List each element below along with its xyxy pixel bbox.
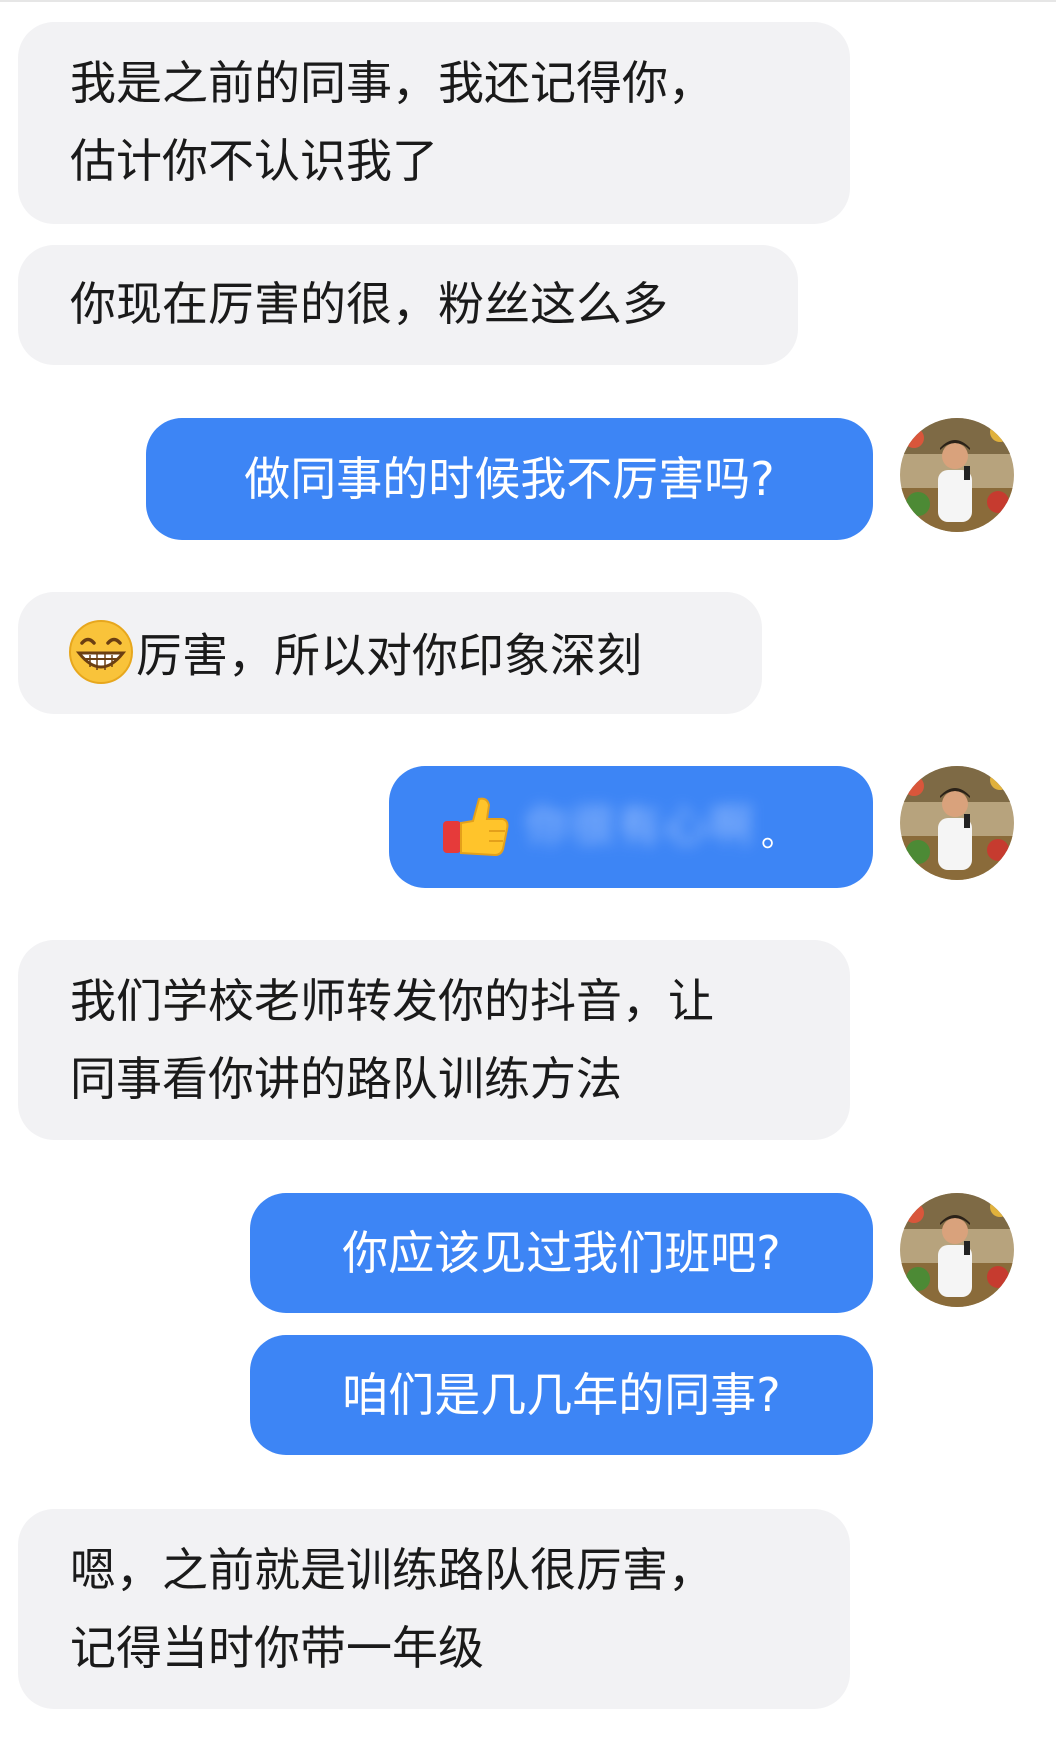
incoming-message-bubble[interactable]: 我是之前的同事，我还记得你， 估计你不认识我了: [18, 22, 850, 224]
blurred-message-text: 你很有心啊: [525, 801, 755, 852]
message-text-line: 同事看你讲的路队训练方法: [70, 1052, 622, 1106]
message-text-line: 记得当时你带一年级: [70, 1621, 484, 1675]
top-divider: [0, 0, 1056, 2]
message-text: 做同事的时候我不厉害吗?: [244, 452, 775, 506]
message-text: 你应该见过我们班吧?: [342, 1226, 781, 1280]
avatar-photo-icon: [900, 418, 1014, 532]
message-text: 厉害，所以对你印象深刻: [136, 628, 642, 683]
thumbs-up-emoji-icon: [443, 797, 509, 857]
message-text-line: 嗯，之前就是训练路队很厉害，: [70, 1543, 714, 1597]
user-avatar[interactable]: [900, 766, 1014, 880]
user-avatar[interactable]: [900, 418, 1014, 532]
user-avatar[interactable]: [900, 1193, 1014, 1307]
incoming-message-bubble[interactable]: 我们学校老师转发你的抖音，让 同事看你讲的路队训练方法: [18, 940, 850, 1140]
grinning-face-emoji-icon: [69, 619, 133, 684]
outgoing-message-bubble[interactable]: 你应该见过我们班吧?: [250, 1193, 873, 1313]
incoming-message-bubble[interactable]: 你现在厉害的很，粉丝这么多: [18, 245, 798, 365]
avatar-photo-icon: [900, 1193, 1014, 1307]
message-text-line: 我们学校老师转发你的抖音，让: [70, 974, 714, 1028]
message-text-line: 你现在厉害的很，粉丝这么多: [70, 277, 668, 331]
outgoing-message-bubble[interactable]: 咱们是几几年的同事?: [250, 1335, 873, 1455]
message-text: 咱们是几几年的同事?: [342, 1368, 781, 1422]
outgoing-message-bubble[interactable]: 做同事的时候我不厉害吗?: [146, 418, 873, 540]
outgoing-message-bubble[interactable]: 你很有心啊 。: [389, 766, 873, 888]
message-punctuation: 。: [761, 815, 795, 855]
incoming-message-bubble[interactable]: 厉害，所以对你印象深刻: [18, 592, 762, 714]
incoming-message-bubble[interactable]: 嗯，之前就是训练路队很厉害， 记得当时你带一年级: [18, 1509, 850, 1709]
message-text-line: 估计你不认识我了: [70, 134, 438, 188]
avatar-photo-icon: [900, 766, 1014, 880]
message-text-line: 我是之前的同事，我还记得你，: [70, 56, 714, 110]
